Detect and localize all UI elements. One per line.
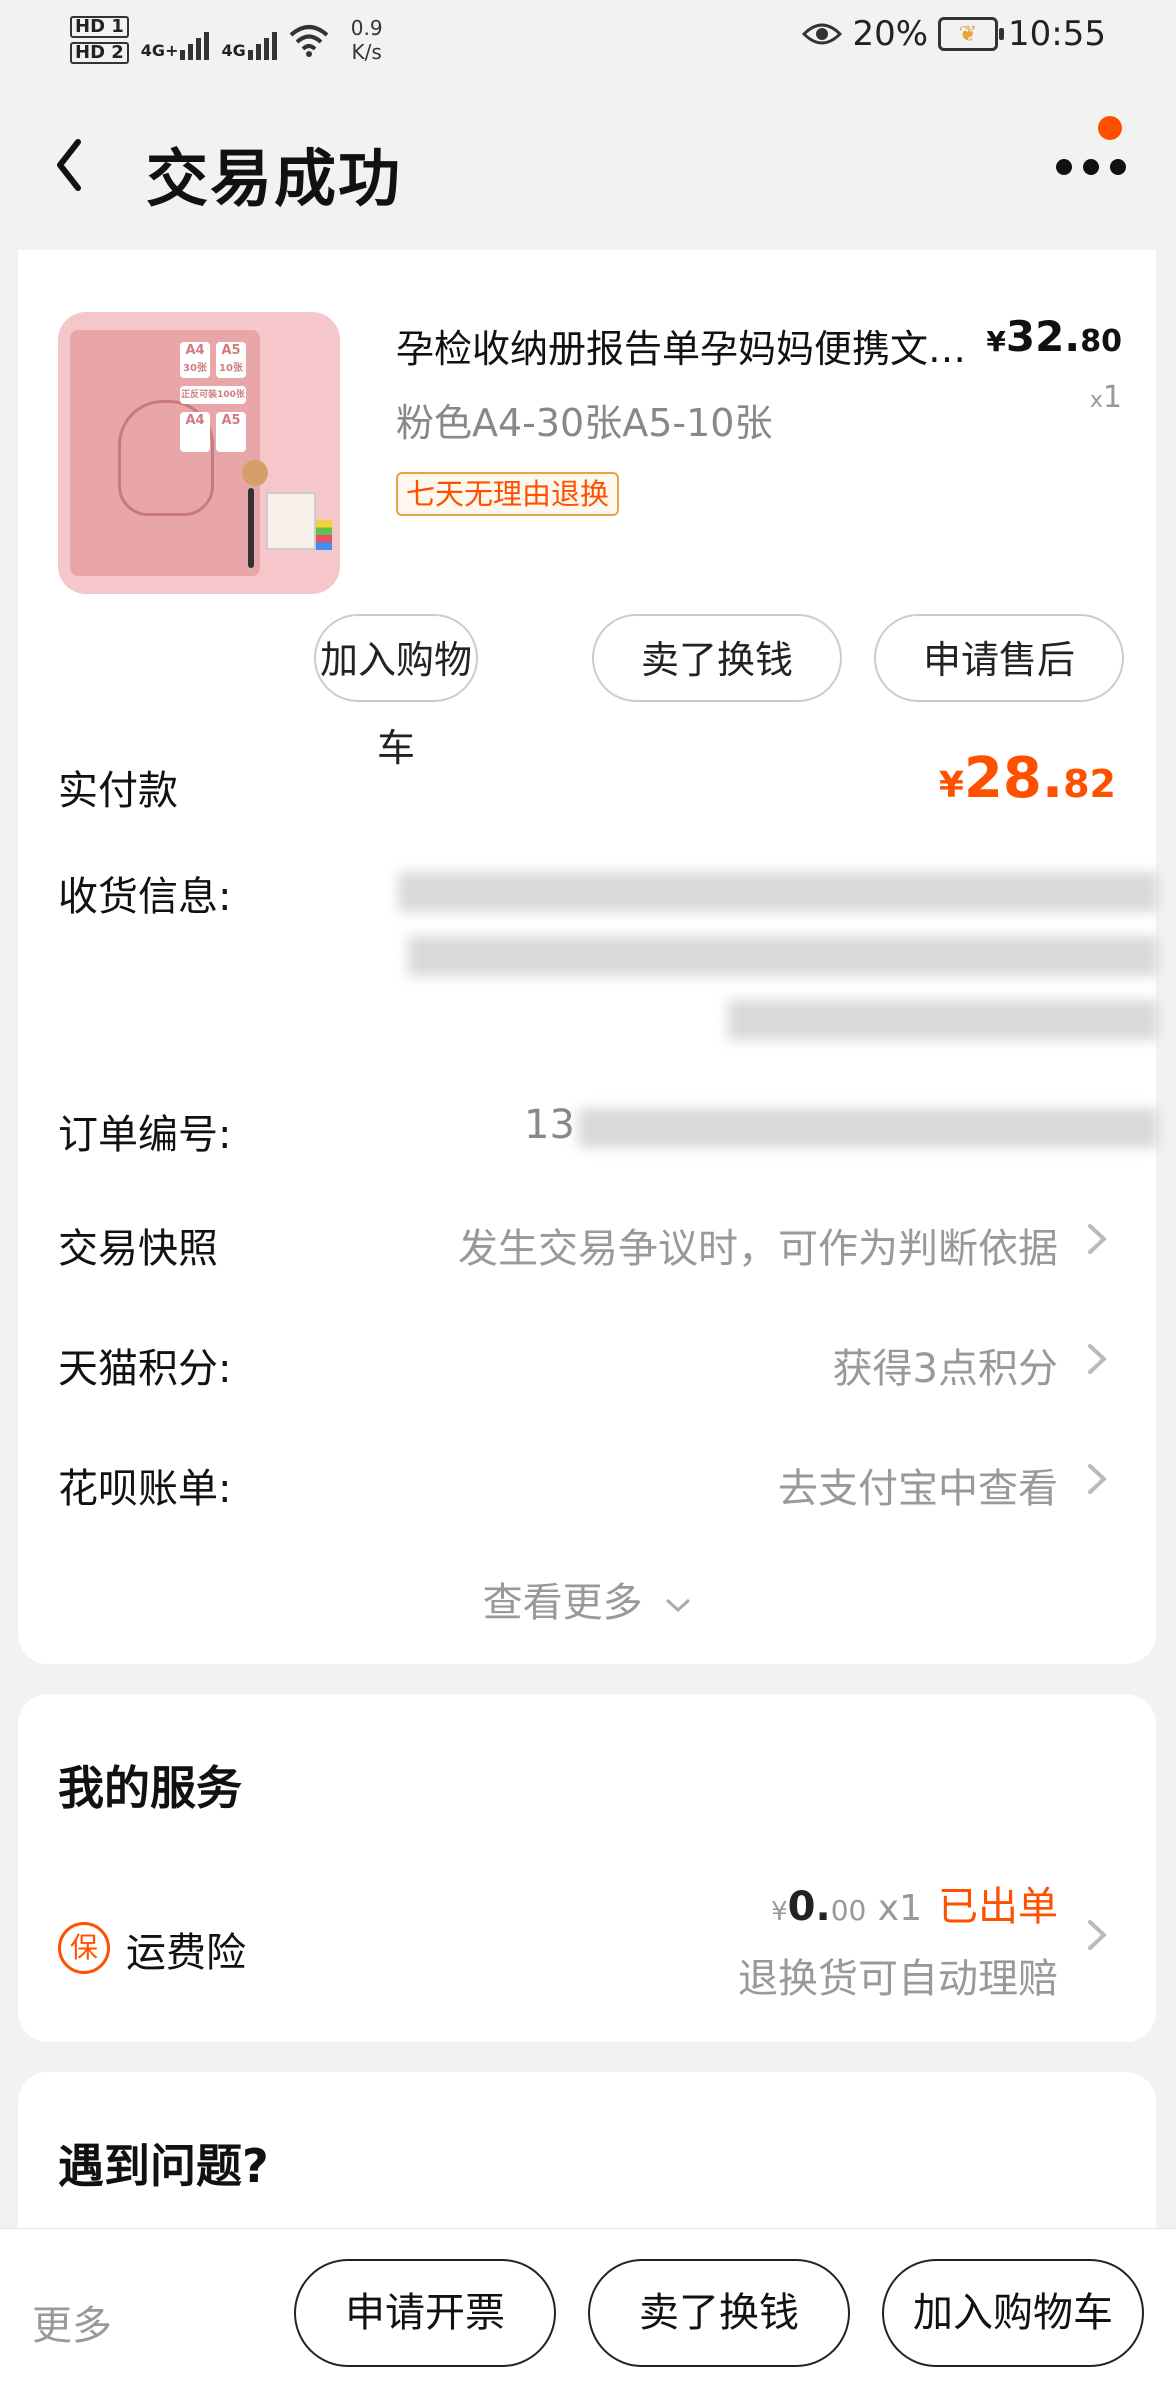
product-spec: 粉色A4-30张A5-10张 <box>396 401 773 445</box>
paid-amount: ¥28.82 <box>939 746 1116 811</box>
sim2-signal: 4G <box>221 20 277 60</box>
status-bar-right: 20% ❦ 10:55 <box>802 14 1106 54</box>
sim1-signal: 4G+ <box>141 20 210 60</box>
back-arrow-icon[interactable] <box>48 130 92 200</box>
product-actions: 加入购物车 卖了换钱 申请售后 <box>18 614 1156 770</box>
snapshot-value: 发生交易争议时，可作为判断依据 <box>458 1226 1058 1272</box>
eye-icon <box>802 23 843 45</box>
battery-percent: 20% <box>852 14 929 54</box>
price-currency: ¥ <box>986 325 1006 358</box>
pen-illustration <box>248 488 254 568</box>
status-bar: HD 1 HD 2 4G+ 4G 0.9 K/s 20% ❦ 10:55 <box>0 0 1176 80</box>
product-quantity: x1 <box>1090 380 1122 415</box>
shipping-label: 收货信息: <box>58 874 232 920</box>
notification-dot <box>1098 116 1122 140</box>
paid-integer: 28. <box>963 746 1064 811</box>
bag-illustration <box>266 492 316 550</box>
paid-decimal: 82 <box>1063 762 1116 806</box>
insurance-price: ¥0.00 x1 已出单 <box>771 1874 1058 1932</box>
price-decimal: 80 <box>1080 324 1122 359</box>
price-integer: 32. <box>1005 312 1081 361</box>
points-label: 天猫积分: <box>58 1346 232 1392</box>
after-sale-button[interactable]: 申请售后 <box>874 614 1124 702</box>
see-more-label: 查看更多 <box>482 1580 643 1626</box>
signal-bars-icon <box>247 32 277 60</box>
sim2-network-type: 4G <box>221 41 246 60</box>
return-policy-badge: 七天无理由退换 <box>396 472 620 516</box>
chevron-right-icon <box>1088 1224 1107 1254</box>
clock: 10:55 <box>1008 14 1106 54</box>
chevron-right-icon <box>1088 1344 1107 1374</box>
paid-currency: ¥ <box>938 765 964 806</box>
product-title[interactable]: 孕检收纳册报告单孕妈妈便携文件夹 <box>396 318 986 373</box>
insurance-price-integer: 0. <box>787 1884 831 1930</box>
sell-button[interactable]: 卖了换钱 <box>592 614 842 702</box>
page-title: 交易成功 <box>146 142 403 215</box>
hd1-badge: HD 1 <box>70 16 129 38</box>
chevron-down-icon <box>666 1598 691 1613</box>
signal-bars-icon <box>180 32 210 60</box>
insurance-description: 退换货可自动理赔 <box>738 1956 1058 2002</box>
order-number-label: 订单编号: <box>58 1112 232 1158</box>
services-title: 我的服务 <box>58 1761 242 1815</box>
image-tag: A5 <box>216 412 246 452</box>
insurance-price-decimal: 00 <box>830 1894 867 1927</box>
insurance-icon: 保 <box>58 1922 110 1974</box>
insurance-currency: ¥ <box>771 1897 788 1927</box>
bottom-action-bar: 更多 申请开票 卖了换钱 加入购物车 <box>0 2228 1176 2401</box>
huabei-value: 去支付宝中查看 <box>778 1466 1058 1512</box>
page-header: 交易成功 <box>0 90 1176 240</box>
redacted-order-number <box>578 1108 1158 1148</box>
image-tag: A5 10张 <box>216 342 246 378</box>
hd2-badge: HD 2 <box>70 42 129 64</box>
problems-title: 遇到问题? <box>58 2139 269 2193</box>
add-to-cart-button-bottom[interactable]: 加入购物车 <box>882 2259 1144 2367</box>
order-card: A4 30张 A5 10张 正反可装100张 A4 A5 孕检收纳册报告单孕妈妈便携… <box>18 250 1158 1664</box>
snapshot-label: 交易快照 <box>58 1226 218 1272</box>
sim1-network-type: 4G+ <box>140 41 179 60</box>
chevron-right-icon[interactable] <box>1076 1910 1116 1960</box>
shipping-info-row: 收货信息: <box>58 864 1158 1064</box>
insurance-label: 运费险 <box>126 1930 246 1976</box>
more-button[interactable]: 更多 <box>32 2293 112 2351</box>
wifi-icon <box>289 25 329 57</box>
image-tag: 正反可装100张 <box>180 386 246 404</box>
net-speed: 0.9 K/s <box>351 16 383 64</box>
my-services-card: 我的服务 保 运费险 ¥0.00 x1 已出单 退换货可自动理赔 <box>18 1694 1156 2042</box>
redacted-address <box>398 872 1158 912</box>
qty-x: x <box>1089 388 1103 413</box>
image-tag: A4 <box>180 412 210 452</box>
insurance-qty: x1 <box>877 1888 922 1929</box>
status-bar-left: HD 1 HD 2 4G+ 4G 0.9 K/s <box>70 8 383 72</box>
net-speed-value: 0.9 <box>350 16 383 40</box>
insurance-status: 已出单 <box>938 1884 1058 1930</box>
request-invoice-button[interactable]: 申请开票 <box>294 2259 556 2367</box>
redacted-address <box>408 936 1158 976</box>
add-to-cart-button[interactable]: 加入购物车 <box>314 614 478 770</box>
see-more-button[interactable]: 查看更多 <box>18 1570 1156 1628</box>
product-image[interactable]: A4 30张 A5 10张 正反可装100张 A4 A5 <box>58 312 340 594</box>
hd-indicators: HD 1 HD 2 <box>70 16 129 64</box>
chevron-right-icon <box>1088 1464 1107 1494</box>
net-speed-unit: K/s <box>351 40 382 64</box>
huabei-label: 花呗账单: <box>58 1466 232 1512</box>
battery-icon: ❦ <box>938 17 1005 51</box>
leaf-icon: ❦ <box>958 21 978 47</box>
sell-button-bottom[interactable]: 卖了换钱 <box>588 2259 850 2367</box>
points-value: 获得3点积分 <box>832 1346 1058 1392</box>
order-number-prefix: 13 <box>524 1102 575 1148</box>
sticky-tabs-illustration <box>316 520 332 550</box>
qty-value: 1 <box>1102 380 1122 415</box>
image-tag: A4 30张 <box>180 342 210 378</box>
redacted-address <box>728 1000 1158 1040</box>
more-options-icon[interactable] <box>1056 142 1126 192</box>
paid-label: 实付款 <box>58 768 178 814</box>
product-price: ¥32.80 <box>986 312 1122 361</box>
